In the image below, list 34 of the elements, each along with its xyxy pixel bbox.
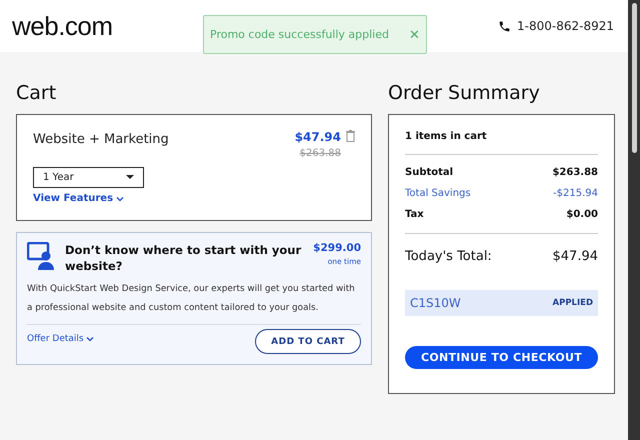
total-label: Today's Total:: [405, 249, 492, 264]
chevron-down-icon: [116, 196, 124, 202]
offer-details-link[interactable]: Offer Details: [27, 334, 94, 344]
offer-description: With QuickStart Web Design Service, our experts will get you started with a professional website and custom content tailored to your goals.: [27, 280, 361, 325]
original-price: $263.88: [300, 148, 341, 159]
offer-title: Don’t know where to start with your website?: [65, 242, 302, 274]
chevron-down-icon: [86, 336, 94, 342]
toast-message: Promo code successfully applied: [210, 28, 389, 41]
summary-label: Total Savings: [405, 188, 471, 199]
phone-icon: [498, 20, 512, 32]
summary-value: $263.88: [552, 167, 598, 178]
cart-heading: Cart: [16, 82, 58, 104]
promo-status: APPLIED: [552, 298, 593, 308]
product-price: $47.94: [294, 130, 341, 144]
summary-heading: Order Summary: [388, 82, 541, 104]
promo-code: C1S10W: [410, 296, 461, 310]
product-name: Website + Marketing: [33, 132, 169, 147]
item-count: 1 items in cart: [405, 131, 598, 155]
summary-label: Tax: [405, 209, 424, 220]
caret-icon: [126, 175, 134, 180]
summary-value: $0.00: [566, 209, 598, 220]
phone-number: 1-800-862-8921: [517, 19, 614, 33]
add-to-cart-button[interactable]: ADD TO CART: [255, 329, 361, 354]
term-dropdown[interactable]: 1 Year: [33, 167, 144, 188]
scrollbar[interactable]: [628, 0, 640, 440]
total-value: $47.94: [552, 249, 598, 264]
checkout-button[interactable]: CONTINUE TO CHECKOUT: [405, 346, 598, 369]
logo[interactable]: web.com: [12, 10, 113, 42]
summary-label: Subtotal: [405, 167, 454, 178]
offer-price: $299.00: [313, 242, 361, 254]
monitor-person-icon: [27, 242, 55, 270]
view-features-link[interactable]: View Features: [33, 193, 355, 204]
summary-value: -$215.94: [553, 188, 598, 199]
trash-icon[interactable]: [346, 130, 355, 142]
